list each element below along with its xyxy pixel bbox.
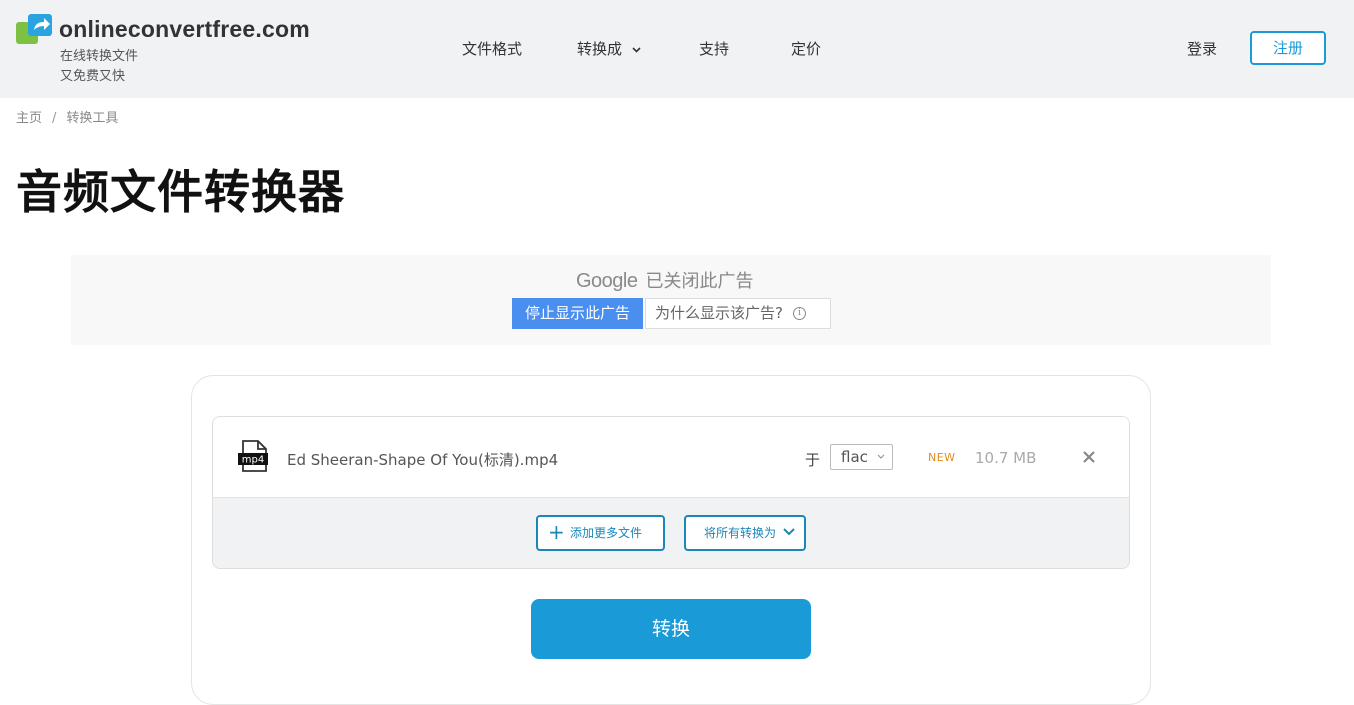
- nav-pricing[interactable]: 定价: [791, 38, 821, 59]
- breadcrumb-home[interactable]: 主页: [16, 111, 42, 126]
- breadcrumb-current[interactable]: 转换工具: [66, 111, 118, 126]
- google-logo: Google: [576, 270, 638, 292]
- site-name[interactable]: onlineconvertfree.com: [59, 16, 310, 43]
- converter-card: mp4 Ed Sheeran-Shape Of You(标清).mp4 于 fl…: [191, 375, 1151, 705]
- ad-header: Google 已关闭此广告: [576, 267, 754, 293]
- breadcrumb: 主页 / 转换工具: [16, 107, 118, 126]
- info-icon: i: [792, 307, 806, 320]
- site-header: onlineconvertfree.com 在线转换文件 又免费又快 文件格式 …: [0, 0, 1354, 98]
- convert-all-to-label: 将所有转换为: [704, 526, 777, 540]
- page-title: 音频文件转换器: [16, 165, 345, 219]
- plus-icon: +: [548, 520, 565, 544]
- target-format-select[interactable]: flac: [830, 444, 893, 470]
- chevron-down-icon: [783, 528, 795, 536]
- tagline-line1: 在线转换文件: [60, 49, 139, 64]
- why-this-ad-button[interactable]: 为什么显示该广告? i: [645, 298, 831, 329]
- file-name: Ed Sheeran-Shape Of You(标清).mp4: [287, 451, 559, 469]
- ad-placeholder: Google 已关闭此广告 停止显示此广告 为什么显示该广告? i: [71, 255, 1271, 345]
- nav-support[interactable]: 支持: [699, 38, 729, 59]
- file-size: 10.7 MB: [975, 449, 1037, 467]
- convert-button[interactable]: 转换: [531, 599, 811, 659]
- mp4-file-icon-label: mp4: [242, 455, 264, 466]
- breadcrumb-separator: /: [52, 111, 57, 126]
- ad-closed-text: 已关闭此广告: [645, 271, 754, 291]
- chevron-down-icon: [632, 46, 641, 53]
- chevron-down-icon: [877, 454, 885, 459]
- tagline-line2: 又免费又快: [60, 69, 126, 84]
- why-this-ad-label: 为什么显示该广告?: [655, 304, 783, 322]
- close-icon[interactable]: [1079, 447, 1099, 467]
- to-label: 于: [805, 451, 821, 469]
- file-list: mp4 Ed Sheeran-Shape Of You(标清).mp4 于 fl…: [212, 416, 1130, 569]
- logo-icon[interactable]: [16, 14, 52, 44]
- stop-showing-ad-button[interactable]: 停止显示此广告: [512, 298, 643, 329]
- new-badge: NEW: [928, 451, 956, 464]
- file-actions-row: + 添加更多文件 将所有转换为: [213, 498, 1129, 568]
- add-more-files-label: 添加更多文件: [570, 526, 643, 540]
- nav-convert-to[interactable]: 转换成: [577, 38, 641, 59]
- mp4-file-icon: mp4: [238, 440, 268, 472]
- nav-convert-to-label: 转换成: [577, 40, 623, 58]
- add-more-files-button[interactable]: + 添加更多文件: [536, 515, 665, 551]
- target-format-value: flac: [841, 448, 868, 466]
- nav-file-formats[interactable]: 文件格式: [462, 38, 522, 59]
- login-link[interactable]: 登录: [1187, 38, 1217, 59]
- convert-all-to-dropdown[interactable]: 将所有转换为: [684, 515, 806, 551]
- file-row: mp4 Ed Sheeran-Shape Of You(标清).mp4 于 fl…: [213, 417, 1129, 498]
- register-button[interactable]: 注册: [1250, 31, 1326, 65]
